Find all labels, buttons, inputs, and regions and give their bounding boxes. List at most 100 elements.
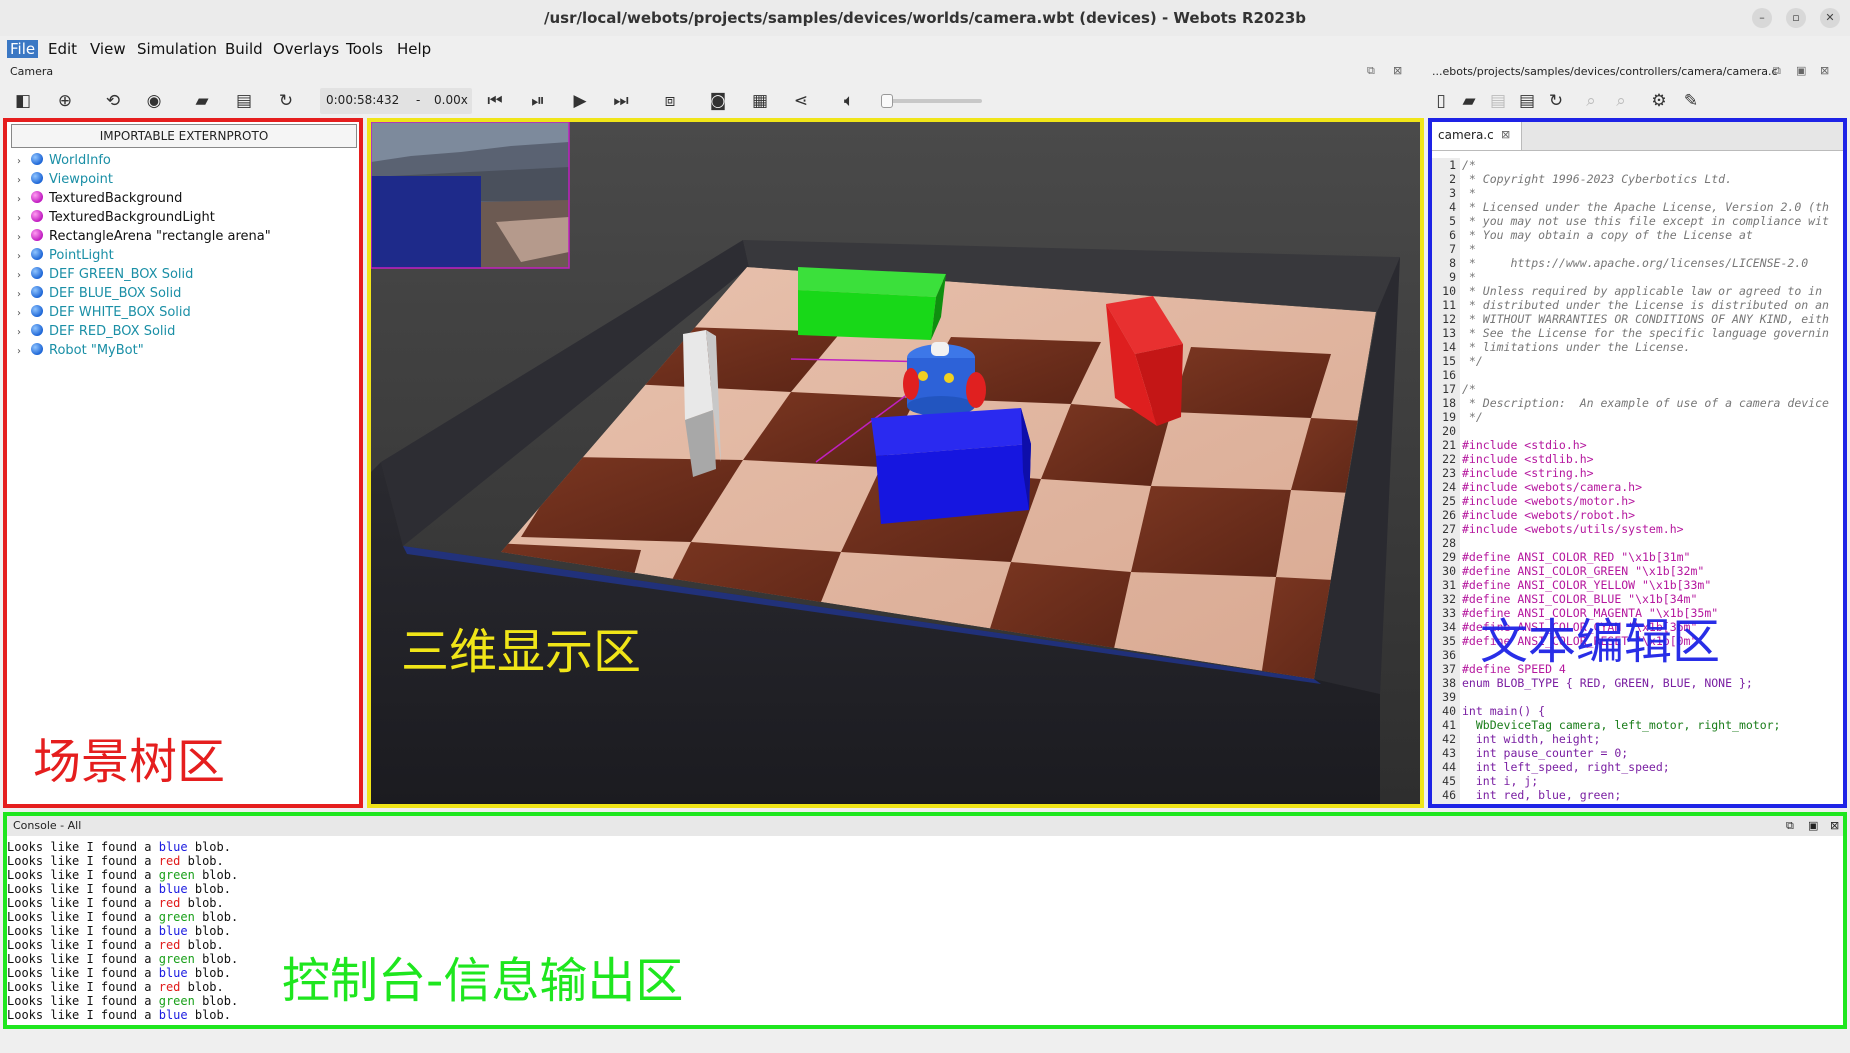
save-all-icon[interactable]: ▤ xyxy=(1516,90,1538,112)
float-icon[interactable]: ⧉ xyxy=(1773,64,1781,78)
maximize-button[interactable]: ▫ xyxy=(1786,8,1806,28)
follow-object-icon[interactable]: ⟲ xyxy=(102,90,124,112)
close-button[interactable]: ✕ xyxy=(1820,8,1840,28)
menu-edit[interactable]: Edit xyxy=(48,40,77,58)
expand-arrow-icon[interactable]: › xyxy=(17,210,31,228)
add-node-icon[interactable]: ⊕ xyxy=(54,90,76,112)
open-file-icon[interactable]: ▰ xyxy=(1458,90,1480,112)
rendering-toggle-icon[interactable]: ⧈ xyxy=(659,90,681,112)
maximize-panel-icon[interactable]: ▣ xyxy=(1796,64,1806,77)
expand-arrow-icon[interactable]: › xyxy=(17,305,31,323)
build-gear-icon[interactable]: ⚙ xyxy=(1648,90,1670,112)
float-icon[interactable]: ⧉ xyxy=(1786,816,1794,836)
code-text: #include <webots/utils/system.h> xyxy=(1462,522,1684,536)
float-icon[interactable]: ⧉ xyxy=(1367,64,1375,78)
volume-slider-handle[interactable] xyxy=(881,94,893,108)
tab-camera-c[interactable]: camera.c ⊠ xyxy=(1432,122,1522,150)
step-icon[interactable]: ⏯ xyxy=(527,90,549,112)
minimize-button[interactable]: – xyxy=(1752,8,1772,28)
blob-color-word: red xyxy=(158,980,181,994)
close-panel-icon[interactable]: ⊠ xyxy=(1830,816,1839,836)
scene-tree-node[interactable]: › DEF BLUE_BOX Solid xyxy=(17,285,181,303)
line-number: 32 xyxy=(1442,592,1456,606)
importable-externproto-button[interactable]: IMPORTABLE EXTERNPROTO xyxy=(11,124,357,148)
line-number: 4 xyxy=(1449,200,1456,214)
expand-arrow-icon[interactable]: › xyxy=(17,153,31,171)
share-icon[interactable]: ⋖ xyxy=(790,90,812,112)
camera-image-overlay[interactable] xyxy=(371,122,570,269)
tab-close-icon[interactable]: ⊠ xyxy=(1501,122,1510,148)
line-number: 19 xyxy=(1442,410,1456,424)
clean-brush-icon[interactable]: ✎ xyxy=(1680,90,1702,112)
code-line: 29 #define ANSI_COLOR_RED "\x1b[31m" xyxy=(1432,550,1690,564)
expand-arrow-icon[interactable]: › xyxy=(17,286,31,304)
save-world-icon[interactable]: ▤ xyxy=(233,90,255,112)
fast-forward-icon[interactable]: ⏭ xyxy=(610,90,632,112)
menu-tools[interactable]: Tools xyxy=(346,40,383,58)
find-icon[interactable]: ⌕ xyxy=(1580,90,1602,112)
scene-tree-node[interactable]: › DEF GREEN_BOX Solid xyxy=(17,266,193,284)
record-movie-icon[interactable]: ▦ xyxy=(749,90,771,112)
menu-simulation[interactable]: Simulation xyxy=(137,40,217,58)
reset-simulation-icon[interactable]: ⏮ xyxy=(484,90,506,112)
console-line-suffix: blob. xyxy=(187,1008,231,1022)
reload-world-icon[interactable]: ↻ xyxy=(275,90,297,112)
code-line: 36 xyxy=(1432,648,1462,662)
toggle-scene-tree-icon[interactable]: ◧ xyxy=(12,90,34,112)
code-text: #define ANSI_COLOR_YELLOW "\x1b[33m" xyxy=(1462,578,1712,592)
expand-arrow-icon[interactable]: › xyxy=(17,248,31,266)
scene-tree-node[interactable]: › DEF RED_BOX Solid xyxy=(17,323,175,341)
expand-arrow-icon[interactable]: › xyxy=(17,191,31,209)
line-number: 8 xyxy=(1449,256,1456,270)
open-world-icon[interactable]: ▰ xyxy=(191,90,213,112)
scene-tree-node[interactable]: › TexturedBackgroundLight xyxy=(17,209,215,227)
expand-arrow-icon[interactable]: › xyxy=(17,267,31,285)
close-panel-icon[interactable]: ⊠ xyxy=(1820,64,1829,77)
expand-arrow-icon[interactable]: › xyxy=(17,324,31,342)
3d-view[interactable]: 三维显示区 xyxy=(367,118,1424,808)
console-header: Console - All ⧉ ▣ ⊠ xyxy=(7,816,1843,836)
save-file-disabled-icon[interactable]: ▤ xyxy=(1487,90,1509,112)
window-title: /usr/local/webots/projects/samples/devic… xyxy=(543,9,1306,27)
scene-tree-node[interactable]: › PointLight xyxy=(17,247,114,265)
3d-scene[interactable] xyxy=(371,122,1420,804)
scene-tree-node[interactable]: › RectangleArena "rectangle arena" xyxy=(17,228,271,246)
code-text: #include <stdlib.h> xyxy=(1462,452,1594,466)
screenshot-camera-icon[interactable]: ◙ xyxy=(707,90,729,112)
scene-tree-node-label: Viewpoint xyxy=(49,172,114,187)
scene-tree-node[interactable]: › TexturedBackground xyxy=(17,190,182,208)
scene-tree-node[interactable]: › Robot "MyBot" xyxy=(17,342,144,360)
expand-arrow-icon[interactable]: › xyxy=(17,343,31,361)
code-text: int pause_counter = 0; xyxy=(1462,746,1629,760)
view-eye-icon[interactable]: ◉ xyxy=(143,90,165,112)
line-number: 16 xyxy=(1442,368,1456,382)
menu-build[interactable]: Build xyxy=(225,40,263,58)
line-number: 36 xyxy=(1442,648,1456,662)
code-line: 14 * limitations under the License. xyxy=(1432,340,1690,354)
expand-arrow-icon[interactable]: › xyxy=(17,229,31,247)
play-icon[interactable]: ▶ xyxy=(569,90,591,112)
revert-icon[interactable]: ↻ xyxy=(1545,90,1567,112)
line-number: 6 xyxy=(1449,228,1456,242)
mute-speaker-icon[interactable]: 🔈︎ xyxy=(838,90,860,112)
scene-tree-node[interactable]: › DEF WHITE_BOX Solid xyxy=(17,304,191,322)
scene-tree-node[interactable]: › WorldInfo xyxy=(17,152,111,170)
menu-help[interactable]: Help xyxy=(397,40,431,58)
maximize-panel-icon[interactable]: ▣ xyxy=(1808,816,1818,836)
blob-color-word: green xyxy=(158,994,195,1008)
menu-file[interactable]: File xyxy=(7,40,39,58)
expand-arrow-icon[interactable]: › xyxy=(17,172,31,190)
new-file-icon[interactable]: ▯ xyxy=(1430,90,1452,112)
node-type-icon xyxy=(31,305,43,317)
scene-tree-node-label: PointLight xyxy=(49,248,114,263)
volume-slider[interactable] xyxy=(882,99,982,103)
scene-tree-node[interactable]: › Viewpoint xyxy=(17,171,113,189)
replace-icon[interactable]: ⌕ xyxy=(1610,90,1632,112)
robot-left-wheel xyxy=(903,368,919,400)
editor-panel-title: ...ebots/projects/samples/devices/contro… xyxy=(1432,65,1778,78)
blob-color-word: blue xyxy=(158,924,188,938)
close-panel-icon[interactable]: ⊠ xyxy=(1393,64,1402,77)
blob-color-word: green xyxy=(158,952,195,966)
menu-view[interactable]: View xyxy=(90,40,126,58)
menu-overlays[interactable]: Overlays xyxy=(273,40,339,58)
